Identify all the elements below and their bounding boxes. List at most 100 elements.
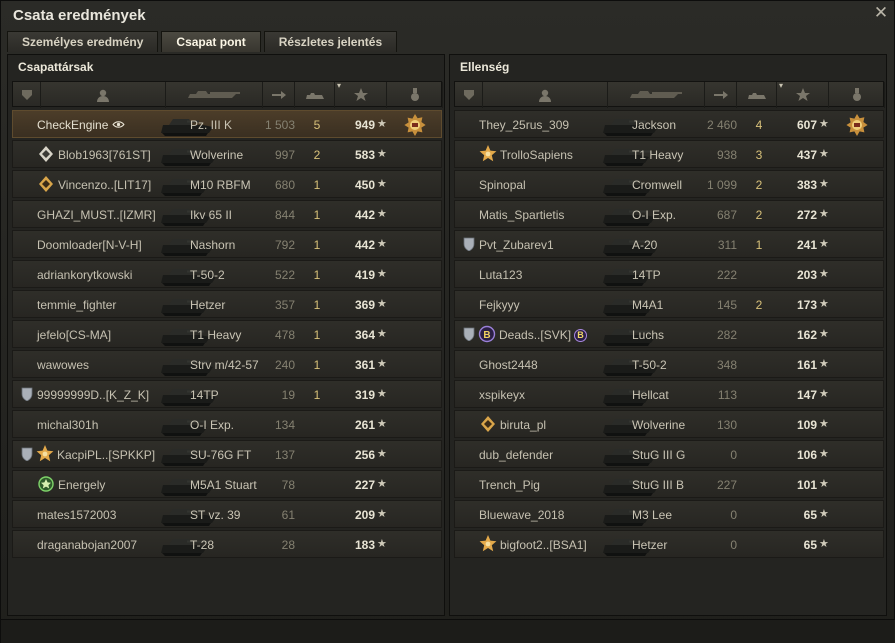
star-icon: ★ xyxy=(819,328,829,340)
experience-value: 203 xyxy=(796,268,817,282)
star-icon: ★ xyxy=(819,208,829,220)
player-row[interactable]: Doomloader[N-V-H] Nashorn 792 1 442 ★ xyxy=(12,230,442,258)
damage-value: 282 xyxy=(716,328,737,342)
header-damage-icon[interactable] xyxy=(705,82,737,108)
tank-name: Hellcat xyxy=(632,388,669,402)
player-name: xspikeyx xyxy=(479,388,525,402)
player-row[interactable]: jefelo[CS-MA] T1 Heavy 478 1 364 ★ xyxy=(12,320,442,348)
experience-value: 949 xyxy=(354,118,375,132)
tank-name: O-I Exp. xyxy=(632,208,677,222)
kills-value: 4 xyxy=(755,118,763,132)
player-row[interactable]: temmie_fighter Hetzer 357 1 369 ★ xyxy=(12,290,442,318)
tank-name: T-28 xyxy=(190,538,215,552)
player-row[interactable]: biruta_pl Wolverine 130 109 ★ xyxy=(454,410,884,438)
star-icon: ★ xyxy=(377,298,387,310)
kills-value: 1 xyxy=(313,328,321,342)
player-row[interactable]: xspikeyx Hellcat 113 147 ★ xyxy=(454,380,884,408)
header-vehicle-class-icon[interactable] xyxy=(13,82,41,108)
enemies-title: Ellenség xyxy=(460,60,510,74)
player-row[interactable]: Blob1963[761ST] Wolverine 997 2 583 ★ xyxy=(12,140,442,168)
kills-value: 2 xyxy=(755,208,763,222)
player-row[interactable]: adriankorytkowski T-50-2 522 1 419 ★ xyxy=(12,260,442,288)
tank-name: 14TP xyxy=(190,388,219,402)
player-row[interactable]: TrolloSapiens T1 Heavy 938 3 437 ★ xyxy=(454,140,884,168)
header-experience-icon[interactable]: ▾ xyxy=(335,81,387,108)
header-medal-icon[interactable] xyxy=(387,82,443,108)
star-icon: ★ xyxy=(377,538,387,550)
player-row[interactable]: Vincenzo..[LIT17] M10 RBFM 680 1 450 ★ xyxy=(12,170,442,198)
player-row[interactable]: Matis_Spartietis O-I Exp. 687 2 272 ★ xyxy=(454,200,884,228)
player-row[interactable]: draganabojan2007 T-28 28 183 ★ xyxy=(12,530,442,558)
header-kills-icon[interactable] xyxy=(737,82,777,108)
star-icon: ★ xyxy=(819,148,829,160)
header-damage-icon[interactable] xyxy=(263,82,295,108)
player-row[interactable]: Luta123 14TP 222 203 ★ xyxy=(454,260,884,288)
experience-value: 162 xyxy=(796,328,817,342)
player-row[interactable]: Ghost2448 T-50-2 348 161 ★ xyxy=(454,350,884,378)
player-name: bigfoot2..[BSA1] xyxy=(500,538,587,552)
player-row[interactable]: Spinopal Cromwell 1 099 2 383 ★ xyxy=(454,170,884,198)
experience-value: 319 xyxy=(354,388,375,402)
player-name-text: jefelo[CS-MA] xyxy=(37,328,112,342)
star-icon: ★ xyxy=(377,388,387,400)
star-icon: ★ xyxy=(377,448,387,460)
player-row[interactable]: Bluewave_2018 M3 Lee 0 65 ★ xyxy=(454,500,884,528)
player-row[interactable]: Fejkyyy M4A1 145 2 173 ★ xyxy=(454,290,884,318)
kills-value: 3 xyxy=(755,148,763,162)
star-icon: ★ xyxy=(377,148,387,160)
experience-value: 364 xyxy=(354,328,375,342)
player-row[interactable]: They_25rus_309 Jackson 2 460 4 607 ★ xyxy=(454,110,884,138)
tank-name: Hetzer xyxy=(190,298,226,312)
player-row[interactable]: Energely M5A1 Stuart 78 227 ★ xyxy=(12,470,442,498)
player-row[interactable]: mates1572003 ST vz. 39 61 209 ★ xyxy=(12,500,442,528)
player-row[interactable]: KacpiPL..[SPKKP] SU-76G FT 137 256 ★ xyxy=(12,440,442,468)
header-experience-icon[interactable]: ▾ xyxy=(777,81,829,108)
close-icon[interactable]: ✕ xyxy=(872,4,890,22)
player-name-text: Luta123 xyxy=(479,268,523,282)
player-name-text: GHAZI_MUST..[IZMR] xyxy=(37,208,156,222)
damage-value: 134 xyxy=(274,418,295,432)
header-tank-icon[interactable] xyxy=(608,82,705,108)
header-medal-icon[interactable] xyxy=(829,82,885,108)
experience-value: 106 xyxy=(796,448,817,462)
experience-value: 261 xyxy=(354,418,375,432)
diamond-gold-rank-icon xyxy=(479,415,497,433)
damage-value: 1 099 xyxy=(706,178,737,192)
header-tank-icon[interactable] xyxy=(166,82,263,108)
experience-value: 227 xyxy=(354,478,375,492)
star-icon: ★ xyxy=(377,238,387,250)
player-row[interactable]: bigfoot2..[BSA1] Hetzer 0 65 ★ xyxy=(454,530,884,558)
damage-value: 1 503 xyxy=(264,118,295,132)
tank-name: Wolverine xyxy=(632,418,686,432)
kills-value: 1 xyxy=(313,238,321,252)
tab-team-score[interactable]: Csapat pont xyxy=(161,31,261,52)
experience-value: 183 xyxy=(354,538,375,552)
player-name: GHAZI_MUST..[IZMR] xyxy=(37,208,156,222)
player-row[interactable]: dub_defender StuG III G 0 106 ★ xyxy=(454,440,884,468)
experience-value: 173 xyxy=(796,298,817,312)
damage-value: 61 xyxy=(281,508,295,522)
player-row[interactable]: Trench_Pig StuG III B 227 101 ★ xyxy=(454,470,884,498)
player-row[interactable]: CheckEngine Pz. III K 1 503 5 949 ★ xyxy=(12,110,442,138)
tab-personal-results[interactable]: Személyes eredmény xyxy=(7,31,159,52)
header-player-icon[interactable] xyxy=(483,82,608,108)
experience-value: 161 xyxy=(796,358,817,372)
header-player-icon[interactable] xyxy=(41,82,166,108)
player-row[interactable]: GHAZI_MUST..[IZMR] Ikv 65 II 844 1 442 ★ xyxy=(12,200,442,228)
tab-detailed-report[interactable]: Részletes jelentés xyxy=(263,31,398,52)
player-row[interactable]: B Deads..[SVK] B Luchs 282 162 ★ xyxy=(454,320,884,348)
player-row[interactable]: michal301h O-I Exp. 134 261 ★ xyxy=(12,410,442,438)
player-name-text: Trench_Pig xyxy=(479,478,540,492)
player-row[interactable]: Pvt_Zubarev1 A-20 311 1 241 ★ xyxy=(454,230,884,258)
header-vehicle-class-icon[interactable] xyxy=(455,82,483,108)
header-kills-icon[interactable] xyxy=(295,82,335,108)
player-row[interactable]: wawowes Strv m/42-57 240 1 361 ★ xyxy=(12,350,442,378)
damage-value: 997 xyxy=(274,148,295,162)
player-row[interactable]: 99999999D..[K_Z_K] 14TP 19 1 319 ★ xyxy=(12,380,442,408)
green-rank-icon xyxy=(37,475,55,493)
player-name-text: CheckEngine xyxy=(37,118,109,132)
damage-value: 0 xyxy=(730,508,737,522)
kills-value: 2 xyxy=(755,298,763,312)
damage-value: 844 xyxy=(274,208,295,222)
experience-value: 450 xyxy=(354,178,375,192)
